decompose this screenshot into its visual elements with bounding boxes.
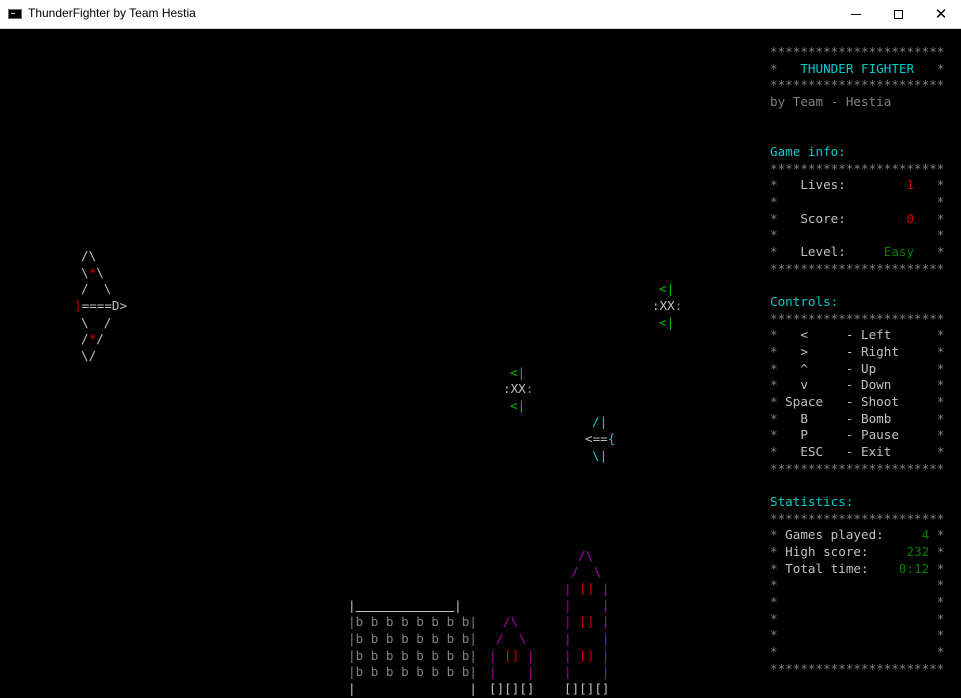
blank-row: * * [770, 577, 945, 592]
tower-base: [][][] [489, 681, 535, 696]
lives-row: * Lives: 1 * [770, 177, 945, 192]
ship-line: /*/ [81, 331, 104, 346]
tower-line: | | [564, 598, 610, 613]
building-floor: |b b b b b b b b| [348, 648, 477, 663]
blank-row: * * [770, 644, 945, 659]
blank-row: * * [770, 611, 945, 626]
high-score-row: * High score: 232 * [770, 544, 945, 559]
ship-line: / \ [81, 281, 112, 296]
control-row: * ESC - Exit * [770, 444, 945, 459]
ship-line: /\ [81, 248, 97, 263]
tower-line: | [] | [564, 648, 610, 663]
minimize-button[interactable] [833, 0, 879, 29]
enemy-line: :XX: [652, 298, 683, 313]
ship-line: \ / [81, 315, 112, 330]
enemy-line: /| [592, 414, 608, 429]
score-row: * Score: 0 * [770, 211, 945, 226]
tower-line: /\ [578, 548, 594, 563]
enemy-line: <| [659, 315, 675, 330]
enemy-line: <| [659, 281, 675, 296]
tower-line: /\ [503, 614, 519, 629]
level-row: * Level: Easy * [770, 244, 945, 259]
subtitle: by Team - Hestia [770, 94, 892, 109]
border-stars: *********************** [770, 461, 945, 476]
enemy-line: <=={ [585, 431, 616, 446]
enemy-line: :XX: [503, 381, 534, 396]
building-floor: |b b b b b b b b| [348, 614, 477, 629]
enemy-line: <| [510, 365, 526, 380]
tower-line: | | [564, 664, 610, 679]
game-info-heading: Game info: [770, 144, 846, 159]
tower-line: | [] | [489, 648, 535, 663]
maximize-icon [893, 10, 903, 19]
minimize-icon [851, 14, 861, 15]
window-title: ThunderFighter by Team Hestia [28, 6, 196, 20]
border-stars: *********************** [770, 261, 945, 276]
close-icon: ✕ [934, 5, 948, 23]
blank-row: * * [770, 227, 945, 242]
control-row: * B - Bomb * [770, 411, 945, 426]
tower-line: | | [564, 631, 610, 646]
control-row: * > - Right * [770, 344, 945, 359]
building-base: | | [348, 681, 477, 696]
border-stars: *********************** [770, 511, 945, 526]
tower-line: | [] | [564, 614, 610, 629]
enemy-line: \| [592, 448, 608, 463]
border-stars: *********************** [770, 311, 945, 326]
border-stars: *********************** [770, 661, 945, 676]
control-row: * P - Pause * [770, 427, 945, 442]
window-titlebar: ThunderFighter by Team Hestia ✕ [0, 0, 961, 29]
tower-line: / \ [496, 631, 527, 646]
game-console[interactable]: /\ \*\ / \ ]====D> \ / /*/ \/ <| :XX: <|… [0, 29, 961, 696]
building-floor: |b b b b b b b b| [348, 664, 477, 679]
blank-row: * * [770, 627, 945, 642]
border-stars: *********************** [770, 161, 945, 176]
controls-heading: Controls: [770, 294, 839, 309]
ship-line: \/ [81, 348, 97, 363]
close-button[interactable]: ✕ [918, 0, 961, 29]
border-stars: *********************** [770, 44, 945, 59]
game-title: * THUNDER FIGHTER * [770, 61, 945, 76]
tower-line: / \ [571, 564, 602, 579]
border-stars: *********************** [770, 77, 945, 92]
building-roof: | | [348, 598, 462, 613]
tower-line: | | [489, 664, 535, 679]
total-time-row: * Total time: 0:12 * [770, 561, 945, 576]
console-app-icon [8, 9, 22, 19]
games-played-row: * Games played: 4 * [770, 527, 945, 542]
maximize-button[interactable] [875, 0, 921, 29]
control-row: * ^ - Up * [770, 361, 945, 376]
tower-base: [][][] [564, 681, 610, 696]
control-row: * < - Left * [770, 327, 945, 342]
control-row: * v - Down * [770, 377, 945, 392]
blank-row: * * [770, 194, 945, 209]
blank-row: * * [770, 594, 945, 609]
control-row: * Space - Shoot * [770, 394, 945, 409]
ship-line: \*\ [81, 265, 104, 280]
tower-line: | [] | [564, 581, 610, 596]
statistics-heading: Statistics: [770, 494, 854, 509]
ship-line: ]====D> [74, 298, 128, 313]
enemy-line: <| [510, 398, 526, 413]
building-floor: |b b b b b b b b| [348, 631, 477, 646]
